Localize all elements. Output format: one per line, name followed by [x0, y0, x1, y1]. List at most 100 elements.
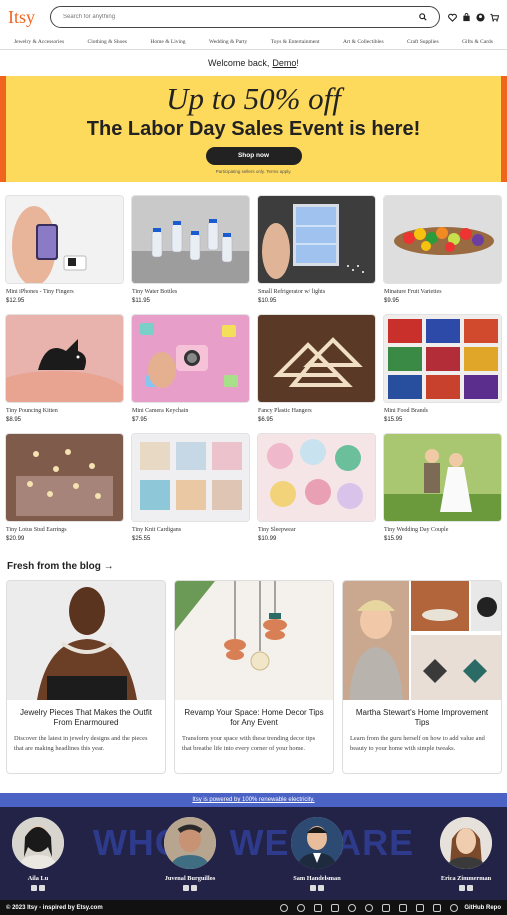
- shop-now-button[interactable]: Shop now: [205, 147, 302, 165]
- product-card[interactable]: Tiny Lotus Stud Earrings $20.99: [6, 434, 123, 546]
- blog-description: Discover the latest in jewelry designs a…: [14, 735, 148, 752]
- python-icon: [348, 903, 357, 912]
- blog-image[interactable]: [343, 581, 501, 700]
- product-title[interactable]: Tiny Knit Cardigans: [132, 527, 249, 533]
- blog-title[interactable]: Revamp Your Space: Home Decor Tips for A…: [175, 700, 333, 728]
- team-member: Juvenal Burguillos: [155, 817, 225, 891]
- linkedin-icon[interactable]: [183, 885, 189, 891]
- welcome-prefix: Welcome back,: [208, 58, 270, 68]
- product-title[interactable]: Tiny Pouncing Kitten: [6, 408, 123, 414]
- product-card[interactable]: Mini Camera Keychain $7.95: [132, 315, 249, 427]
- blog-description: Learn from the guru herself on how to ad…: [350, 735, 485, 752]
- github-icon[interactable]: [450, 903, 459, 912]
- linkedin-icon[interactable]: [459, 885, 465, 891]
- flask-icon: [365, 903, 374, 912]
- github-icon[interactable]: [191, 885, 197, 891]
- nav-item-wedding[interactable]: Wedding & Party: [209, 39, 247, 45]
- product-image[interactable]: [384, 196, 501, 283]
- nav-item-craft[interactable]: Craft Supplies: [407, 39, 439, 45]
- product-image[interactable]: [6, 196, 123, 283]
- linkedin-icon[interactable]: [310, 885, 316, 891]
- product-card[interactable]: Small Refrigerator w/ lights $10.95: [258, 196, 375, 308]
- product-image[interactable]: [132, 315, 249, 402]
- product-title[interactable]: Mini Camera Keychain: [132, 408, 249, 414]
- logo[interactable]: Itsy: [8, 7, 46, 28]
- product-image[interactable]: [6, 434, 123, 521]
- product-title[interactable]: Tiny Lotus Stud Earrings: [6, 527, 123, 533]
- bottom-bar: © 2023 Itsy - inspired by Etsy.com GitHu…: [0, 900, 507, 915]
- blog-title[interactable]: Jewelry Pieces That Makes the Outfit Fro…: [7, 700, 165, 728]
- search-icon[interactable]: [417, 11, 429, 23]
- blog-image[interactable]: [7, 581, 165, 700]
- github-icon[interactable]: [467, 885, 473, 891]
- banner-headline: Up to 50% off: [166, 81, 341, 116]
- product-image[interactable]: [258, 315, 375, 402]
- aws-icon: [382, 903, 391, 912]
- product-card[interactable]: Tiny Wedding Day Couple $15.99: [384, 434, 501, 546]
- redux-icon: [297, 903, 306, 912]
- product-image[interactable]: [384, 434, 501, 521]
- nav-item-home[interactable]: Home & Living: [150, 39, 185, 45]
- product-title[interactable]: Mini Food Brands: [384, 408, 501, 414]
- product-image[interactable]: [132, 434, 249, 521]
- product-card[interactable]: Tiny Pouncing Kitten $8.95: [6, 315, 123, 427]
- github-icon[interactable]: [39, 885, 45, 891]
- product-title[interactable]: Mini iPhones - Tiny Fingers: [6, 289, 123, 295]
- user-icon[interactable]: [476, 12, 485, 22]
- banner-fine-print: Participating sellers only. Terms apply.: [215, 169, 292, 174]
- product-title[interactable]: Tiny Water Bottles: [132, 289, 249, 295]
- product-card[interactable]: Tiny Water Bottles $11.95: [132, 196, 249, 308]
- sale-banner: Up to 50% off The Labor Day Sales Event …: [0, 76, 507, 182]
- welcome-message: Welcome back, Demo!: [0, 50, 507, 76]
- bag-icon[interactable]: [462, 12, 471, 22]
- product-price: $15.99: [384, 536, 403, 542]
- product-card[interactable]: Tiny Sleepwear $10.99: [258, 434, 375, 546]
- team-section: WHO WE ARE Aila Lu Juvenal Burguillos Sa…: [0, 807, 507, 900]
- search-bar[interactable]: [50, 6, 440, 28]
- product-price: $11.95: [132, 298, 150, 304]
- product-title[interactable]: Tiny Wedding Day Couple: [384, 527, 501, 533]
- nav-item-art[interactable]: Art & Collectibles: [343, 39, 384, 45]
- nav-item-jewelry[interactable]: Jewelry & Accessories: [14, 39, 64, 45]
- product-card[interactable]: Minature Fruit Varieties $9.95: [384, 196, 501, 308]
- team-member: Aila Lu: [3, 817, 73, 891]
- blog-title[interactable]: Martha Stewart's Home Improvement Tips: [343, 700, 501, 728]
- heart-icon[interactable]: [448, 13, 457, 22]
- product-title[interactable]: Small Refrigerator w/ lights: [258, 289, 375, 295]
- linkedin-icon[interactable]: [31, 885, 37, 891]
- product-title[interactable]: Minature Fruit Varieties: [384, 289, 501, 295]
- avatar: [440, 817, 492, 869]
- product-image[interactable]: [132, 196, 249, 283]
- github-repo-link[interactable]: GitHub Repo: [464, 905, 501, 911]
- react-icon: [280, 903, 289, 912]
- product-title[interactable]: Fancy Plastic Hangers: [258, 408, 375, 414]
- category-nav: Jewelry & Accessories Clothing & Shoes H…: [0, 34, 507, 50]
- tech-stack: [280, 903, 459, 912]
- product-title[interactable]: Tiny Sleepwear: [258, 527, 375, 533]
- cart-icon[interactable]: [490, 13, 499, 22]
- member-name: Aila Lu: [27, 875, 49, 882]
- blog-image[interactable]: [175, 581, 333, 700]
- search-input[interactable]: [63, 14, 417, 20]
- nav-item-clothing[interactable]: Clothing & Shoes: [88, 39, 127, 45]
- product-card[interactable]: Fancy Plastic Hangers $6.95: [258, 315, 375, 427]
- nav-item-toys[interactable]: Toys & Entertainment: [271, 39, 320, 45]
- nav-item-gifts[interactable]: Gifts & Cards: [462, 39, 493, 45]
- product-card[interactable]: Mini iPhones - Tiny Fingers $12.95: [6, 196, 123, 308]
- product-price: $7.95: [132, 417, 148, 423]
- product-image[interactable]: [6, 315, 123, 402]
- blog-card[interactable]: Jewelry Pieces That Makes the Outfit Fro…: [6, 580, 166, 774]
- product-image[interactable]: [384, 315, 501, 402]
- product-image[interactable]: [258, 434, 375, 521]
- database-icon: [331, 903, 340, 912]
- username-link[interactable]: Demo: [272, 58, 296, 68]
- blog-card[interactable]: Revamp Your Space: Home Decor Tips for A…: [174, 580, 334, 774]
- product-image[interactable]: [258, 196, 375, 283]
- product-card[interactable]: Tiny Knit Cardigans $25.55: [132, 434, 249, 546]
- product-price: $8.95: [6, 417, 22, 423]
- github-icon[interactable]: [318, 885, 324, 891]
- renewable-link[interactable]: Itsy is powered by 100% renewable electr…: [192, 797, 314, 803]
- product-card[interactable]: Mini Food Brands $15.95: [384, 315, 501, 427]
- blog-heading-link[interactable]: Fresh from the blog →: [7, 561, 114, 572]
- blog-card[interactable]: Martha Stewart's Home Improvement Tips L…: [342, 580, 502, 774]
